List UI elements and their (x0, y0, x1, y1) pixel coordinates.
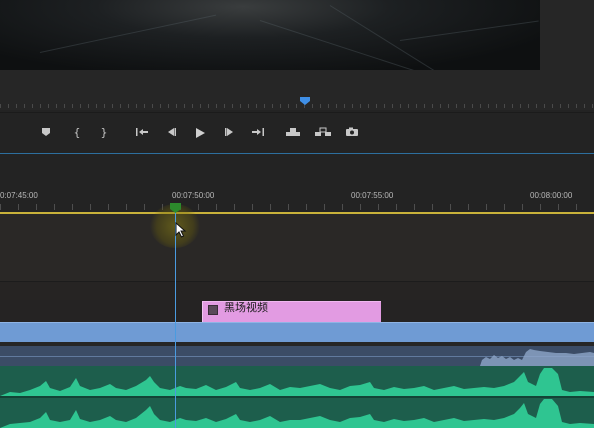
camera-icon (346, 127, 358, 136)
go-to-in-button[interactable] (132, 120, 152, 146)
step-forward-icon (225, 128, 233, 136)
monitor-playhead-icon[interactable] (300, 97, 310, 105)
mouse-cursor-icon (175, 222, 187, 238)
export-frame-button[interactable] (342, 120, 362, 146)
go-to-out-button[interactable] (248, 120, 268, 146)
marker-icon (42, 128, 50, 136)
mark-out-icon: } (100, 126, 108, 139)
step-forward-button[interactable] (220, 120, 240, 146)
play-button[interactable] (190, 120, 210, 146)
extract-icon (315, 127, 331, 136)
clip-label: 黑场视频 (224, 301, 268, 314)
playhead-icon[interactable] (170, 203, 181, 213)
lift-icon (286, 128, 300, 136)
timecode-label: 0:07:45:00 (0, 191, 38, 200)
mark-out-button[interactable]: } (94, 120, 114, 146)
go-to-in-icon (136, 128, 148, 136)
step-back-icon (168, 128, 176, 136)
mark-in-button[interactable]: { (67, 120, 87, 146)
video-track-empty[interactable] (0, 214, 594, 281)
video-clip[interactable] (0, 322, 594, 342)
playhead-line[interactable] (175, 210, 176, 428)
timecode-label: 00:07:50:00 (172, 191, 215, 200)
audio-waveform (0, 368, 594, 396)
go-to-out-icon (252, 128, 264, 136)
clip-fx-icon (208, 305, 218, 315)
ruler-ticks (0, 204, 594, 210)
audio-waveform (480, 349, 594, 366)
audio-waveform (0, 399, 594, 428)
clip-edge (0, 322, 594, 323)
timecode-label: 00:07:55:00 (351, 191, 394, 200)
extract-button[interactable] (313, 120, 333, 146)
add-marker-button[interactable] (36, 120, 56, 146)
step-back-button[interactable] (161, 120, 181, 146)
monitor-ruler-ticks (0, 104, 594, 108)
lift-button[interactable] (283, 120, 303, 146)
mark-in-icon: { (73, 126, 81, 139)
video-preview (0, 0, 540, 70)
video-track-empty[interactable] (0, 282, 594, 300)
play-icon (196, 128, 205, 138)
timecode-label: 00:08:00:00 (530, 191, 573, 200)
